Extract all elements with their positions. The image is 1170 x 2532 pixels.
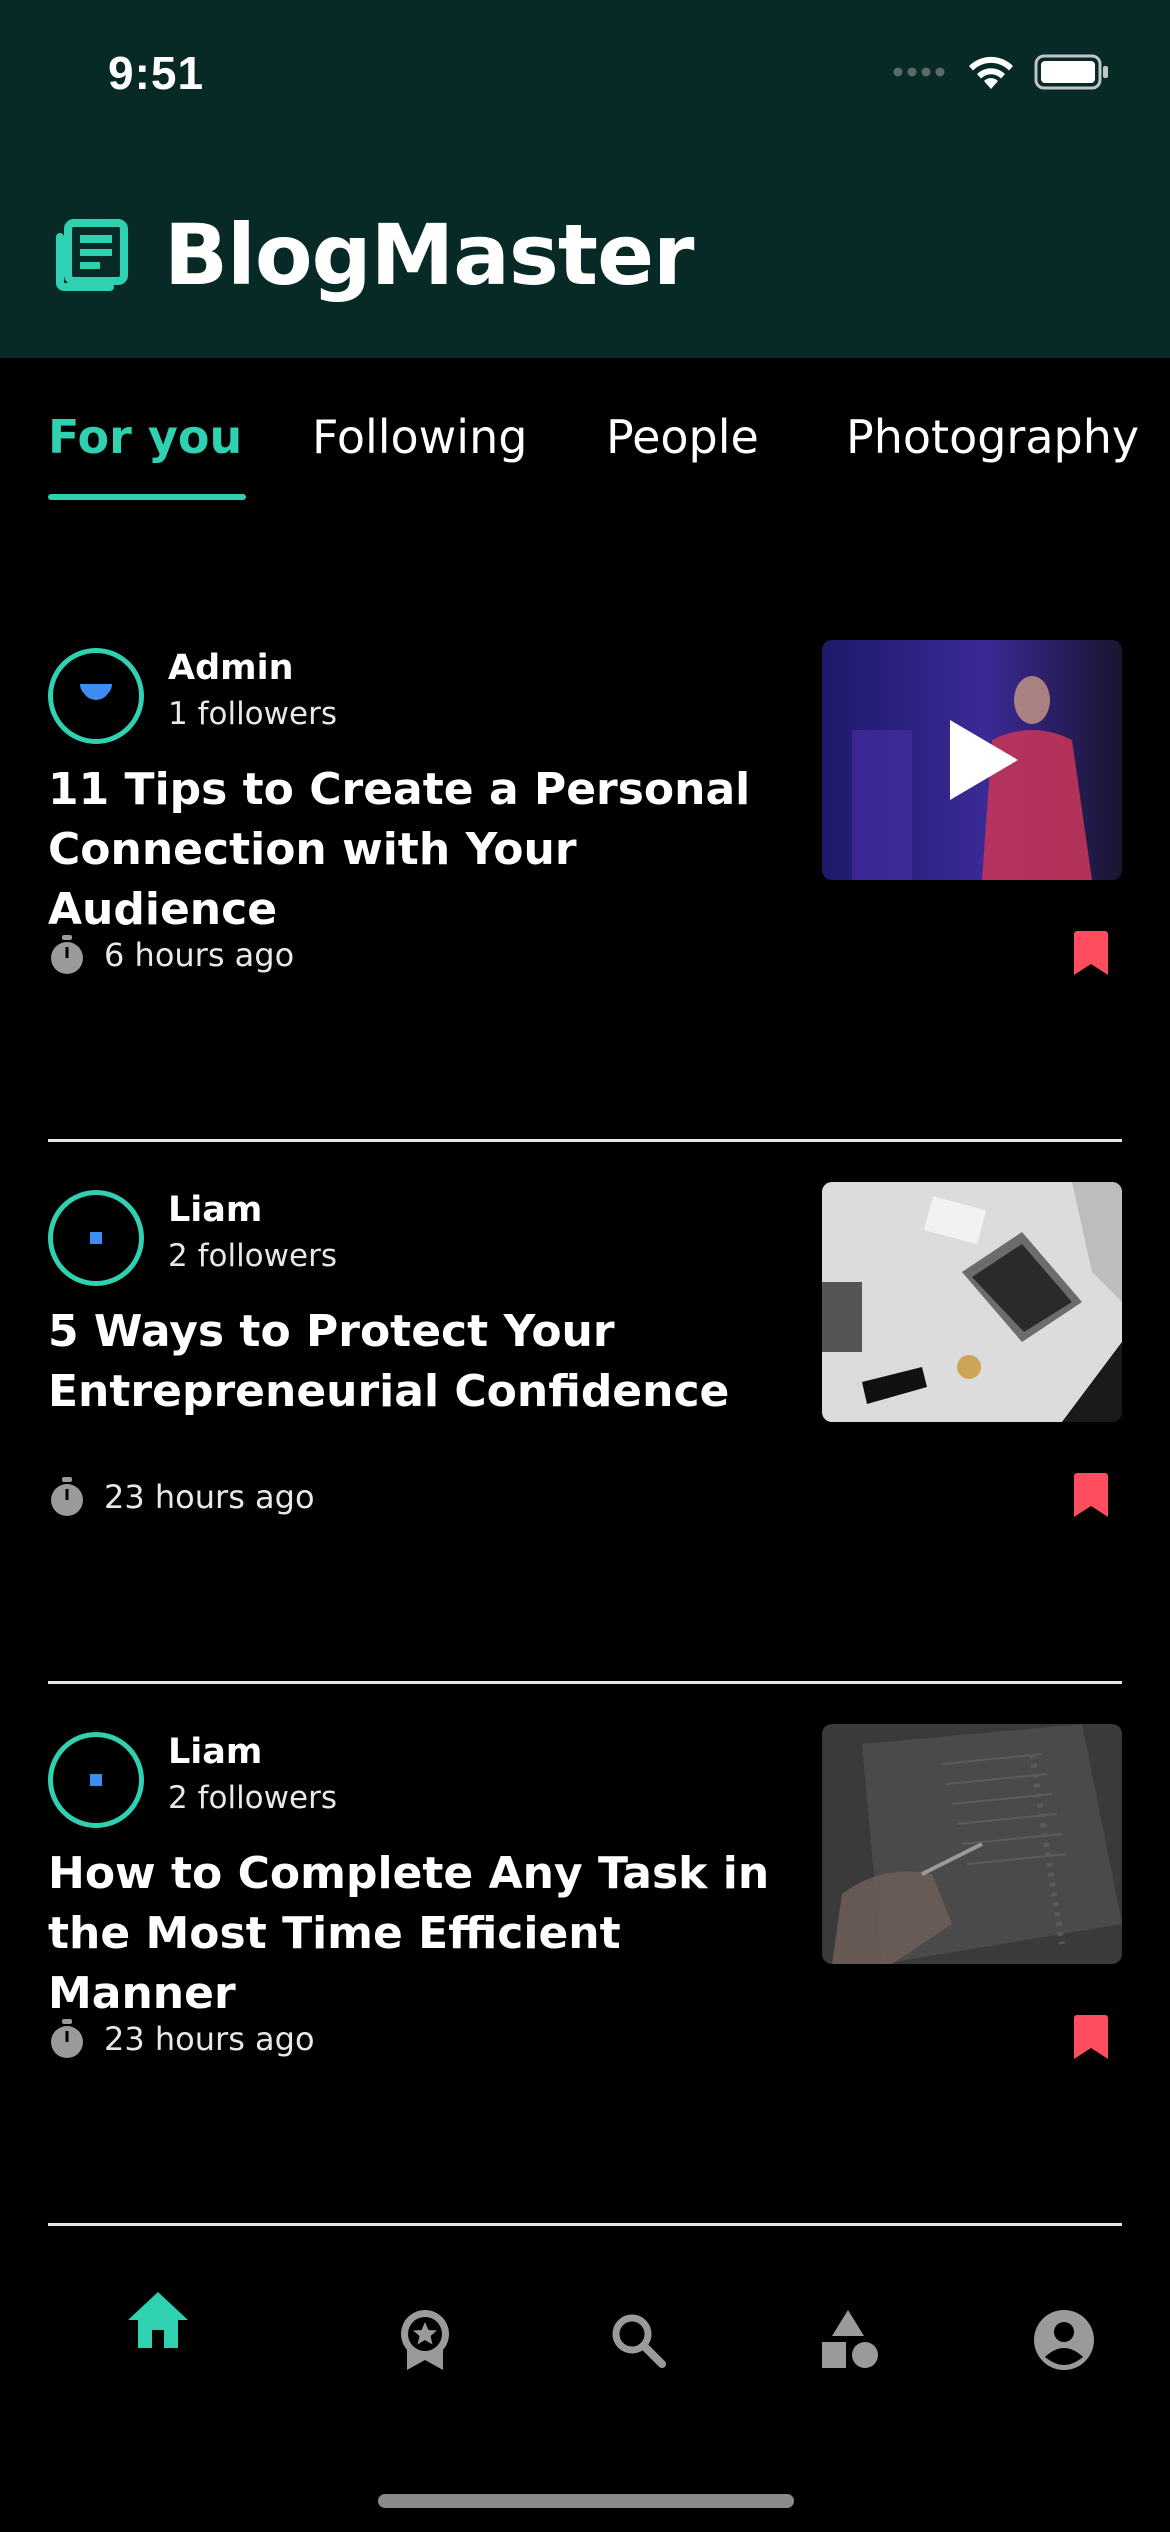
avatar[interactable] (48, 1190, 144, 1286)
post-card[interactable]: Liam 2 followers 5 Ways to Protect Your … (48, 1142, 1122, 1684)
post-title[interactable]: How to Complete Any Task in the Most Tim… (48, 1844, 808, 2024)
post-title[interactable]: 11 Tips to Create a Personal Connection … (48, 760, 808, 940)
bookmark-icon[interactable] (1072, 1472, 1110, 1518)
author-name[interactable]: Liam (168, 1732, 262, 1772)
stopwatch-icon (51, 2019, 83, 2058)
author-followers: 2 followers (168, 1780, 337, 1816)
bottom-nav (0, 2260, 1170, 2420)
avatar-logo-icon (90, 1232, 102, 1244)
post-meta: 6 hours ago (48, 930, 294, 980)
post-meta: 23 hours ago (48, 1472, 315, 1522)
nav-profile[interactable] (1024, 2300, 1104, 2380)
author-name[interactable]: Liam (168, 1190, 262, 1230)
avatar[interactable] (48, 648, 144, 744)
post-meta: 23 hours ago (48, 2014, 315, 2064)
signal-icon (893, 67, 945, 77)
app-header: 9:51 BlogMaster (0, 0, 1170, 358)
tab-following[interactable]: Following (312, 410, 527, 490)
search-icon (612, 2314, 666, 2368)
bookmark-icon[interactable] (1072, 2014, 1110, 2060)
post-thumbnail[interactable] (822, 640, 1122, 880)
profile-icon (1034, 2310, 1094, 2370)
author-name[interactable]: Admin (168, 648, 294, 688)
nav-search[interactable] (598, 2300, 678, 2380)
status-time: 9:51 (108, 47, 205, 99)
wifi-icon (969, 56, 1013, 89)
post-thumbnail[interactable] (822, 1724, 1122, 1964)
tab-photography[interactable]: Photography (846, 410, 1139, 490)
tab-for-you[interactable]: For you (48, 410, 247, 500)
stopwatch-icon (51, 935, 83, 974)
award-icon (401, 2310, 449, 2370)
nav-awards[interactable] (385, 2300, 465, 2380)
status-bar: 9:51 (0, 0, 1170, 150)
battery-icon (1034, 54, 1108, 90)
author-followers: 2 followers (168, 1238, 337, 1274)
newspaper-icon (56, 219, 128, 291)
avatar-logo-icon (90, 1774, 102, 1786)
brand: BlogMaster (52, 200, 694, 310)
tab-people[interactable]: People (606, 410, 759, 490)
app-title: BlogMaster (164, 206, 694, 304)
post-title[interactable]: 5 Ways to Protect Your Entrepreneurial C… (48, 1302, 808, 1422)
home-indicator[interactable] (378, 2494, 794, 2508)
post-card[interactable]: Liam 2 followers How to Complete Any Tas… (48, 1684, 1122, 2226)
status-icons (892, 52, 1110, 92)
post-time: 6 hours ago (104, 936, 295, 974)
post-time: 23 hours ago (104, 2020, 315, 2058)
home-icon (128, 2292, 188, 2348)
avatar[interactable] (48, 1732, 144, 1828)
author-followers: 1 followers (168, 696, 337, 732)
nav-categories[interactable] (810, 2300, 890, 2380)
avatar-logo-icon (80, 684, 112, 700)
nav-home[interactable] (118, 2280, 198, 2360)
post-time: 23 hours ago (104, 1478, 315, 1516)
bookmark-icon[interactable] (1072, 930, 1110, 976)
stopwatch-icon (51, 1477, 83, 1516)
post-thumbnail[interactable] (822, 1182, 1122, 1422)
post-card[interactable]: Admin 1 followers 11 Tips to Create a Pe… (48, 600, 1122, 1142)
categories-icon (822, 2310, 878, 2368)
category-tabs: For you Following People Photography (48, 410, 1139, 510)
